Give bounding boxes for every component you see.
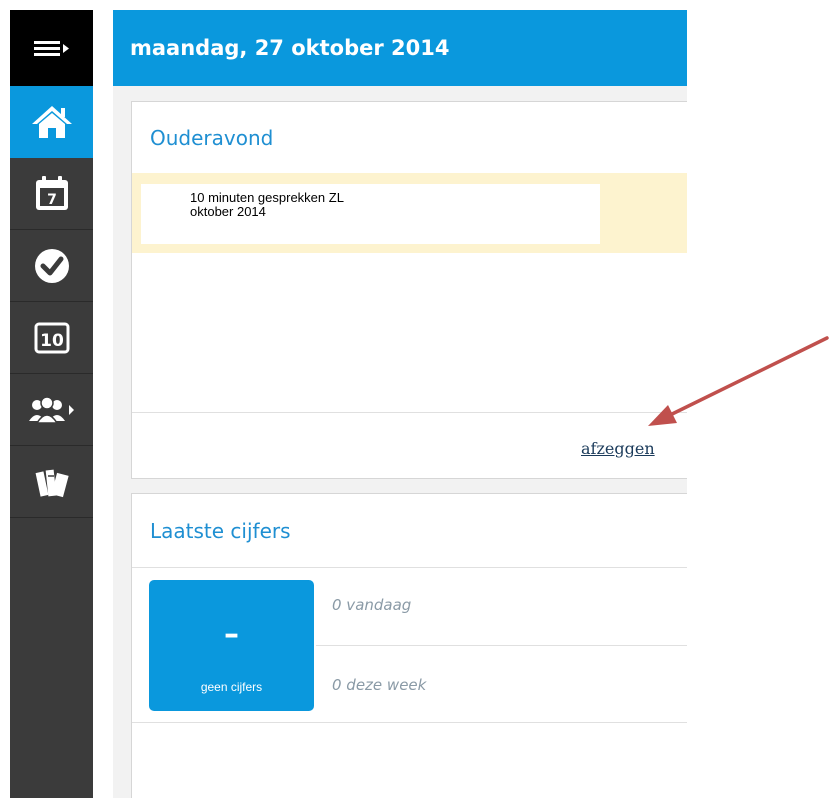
home-icon [31,106,72,138]
check-icon [34,248,69,283]
card-divider [132,722,687,723]
sidebar-item-tasks[interactable] [10,230,93,302]
sidebar-item-home[interactable] [10,86,93,158]
grade-label: geen cijfers [200,680,263,694]
sidebar-item-calendar[interactable]: 7 [10,158,93,230]
parent-evening-card: Ouderavond 10 minuten gesprekken ZL okto… [131,101,687,479]
sidebar-item-grades[interactable]: 10 [10,302,93,374]
sidebar: 7 10 [10,10,93,798]
sidebar-menu-toggle[interactable] [10,10,93,86]
event-title: 10 minuten gesprekken ZL [190,190,344,205]
parent-evening-title: Ouderavond [150,126,274,150]
event-band: 10 minuten gesprekken ZL oktober 2014 [132,173,687,253]
grade-tile[interactable]: – geen cijfers [149,580,314,711]
annotation-arrow-shaft [664,336,829,419]
event-item[interactable]: 10 minuten gesprekken ZL oktober 2014 [141,184,600,244]
menu-icon [33,41,69,56]
grades-icon-number: 10 [40,331,64,351]
grades-icon: 10 [34,322,69,353]
books-icon [35,469,69,497]
latest-grades-card: Laatste cijfers – geen cijfers 0 vandaag… [131,493,687,798]
cancel-link[interactable]: afzeggen [581,439,655,458]
sidebar-item-books[interactable] [10,446,93,518]
current-date: maandag, 27 oktober 2014 [130,36,450,60]
grade-value: – [224,617,239,652]
latest-grades-title: Laatste cijfers [150,519,291,543]
card-divider [132,567,687,568]
calendar-icon-day: 7 [47,192,57,208]
stat-divider [316,645,687,646]
card-divider [132,412,687,413]
layout-gutter [93,10,113,798]
date-header: maandag, 27 oktober 2014 [113,10,687,86]
calendar-icon: 7 [35,175,68,210]
grades-today: 0 vandaag [332,596,412,614]
grades-this-week: 0 deze week [332,676,427,694]
sidebar-item-groups[interactable] [10,374,93,446]
group-icon [28,395,74,424]
event-period: oktober 2014 [190,204,266,219]
